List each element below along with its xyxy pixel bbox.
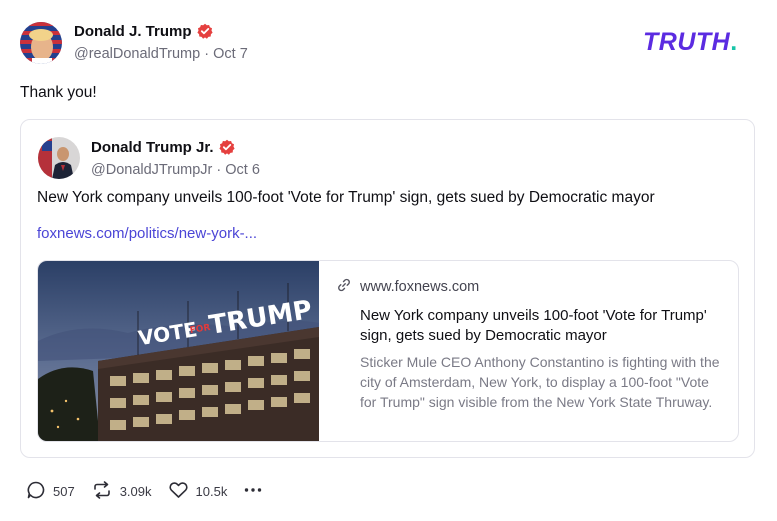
link-preview-title[interactable]: New York company unveils 100-foot 'Vote … bbox=[360, 306, 724, 346]
quoted-post-card[interactable]: Donald Trump Jr. @DonaldJTrumpJr · Oct 6… bbox=[20, 119, 755, 458]
repost-icon bbox=[91, 480, 120, 503]
quoted-post-text: New York company unveils 100-foot 'Vote … bbox=[37, 189, 655, 206]
reply-button[interactable]: 507 bbox=[26, 480, 75, 503]
post-action-bar: 507 3.09k 10.5k bbox=[26, 480, 286, 503]
link-preview-image[interactable]: VOTE FOR TRUMP bbox=[38, 261, 319, 441]
link-preview-body[interactable]: www.foxnews.com New York company unveils… bbox=[336, 277, 724, 412]
verified-badge-icon bbox=[218, 139, 235, 159]
author-name[interactable]: Donald J. Trump bbox=[74, 23, 213, 43]
author-avatar[interactable] bbox=[20, 22, 62, 64]
author-handle-row: @realDonaldTrump · Oct 7 bbox=[74, 46, 248, 62]
author-handle[interactable]: @realDonaldTrump bbox=[74, 46, 200, 62]
reply-count: 507 bbox=[53, 484, 75, 499]
separator-dot: · bbox=[216, 162, 222, 178]
author-name-text[interactable]: Donald J. Trump bbox=[74, 23, 192, 40]
more-options-button[interactable] bbox=[243, 480, 270, 503]
like-button[interactable]: 10.5k bbox=[168, 480, 228, 503]
link-preview-description: Sticker Mule CEO Anthony Constantino is … bbox=[360, 354, 720, 410]
quoted-post-date[interactable]: Oct 6 bbox=[225, 162, 260, 178]
quoted-author-name-text[interactable]: Donald Trump Jr. bbox=[91, 139, 214, 156]
quoted-author-name[interactable]: Donald Trump Jr. bbox=[91, 139, 235, 159]
verified-badge-icon bbox=[196, 23, 213, 43]
quoted-handle-row: @DonaldJTrumpJr · Oct 6 bbox=[91, 162, 260, 178]
link-preview-domain: www.foxnews.com bbox=[360, 279, 480, 295]
logo-dot: . bbox=[730, 28, 738, 56]
link-preview-card[interactable]: VOTE FOR TRUMP www.foxnews.com New York … bbox=[37, 260, 739, 442]
link-preview-domain-row: www.foxnews.com bbox=[336, 277, 724, 297]
separator-dot: · bbox=[204, 46, 210, 62]
like-count: 10.5k bbox=[195, 484, 228, 499]
quoted-post-link[interactable]: foxnews.com/politics/new-york-... bbox=[37, 225, 257, 242]
quoted-author-avatar[interactable] bbox=[38, 137, 80, 179]
post-text: Thank you! bbox=[20, 84, 97, 101]
truth-logo[interactable]: TRUTH. bbox=[643, 28, 738, 57]
post-date[interactable]: Oct 7 bbox=[213, 46, 248, 62]
repost-count: 3.09k bbox=[119, 484, 152, 499]
quoted-author-handle[interactable]: @DonaldJTrumpJr bbox=[91, 162, 212, 178]
repost-button[interactable]: 3.09k bbox=[91, 480, 152, 503]
logo-text: TRUTH bbox=[643, 28, 731, 56]
heart-icon bbox=[168, 480, 196, 503]
more-icon bbox=[243, 480, 270, 503]
link-icon bbox=[336, 277, 360, 297]
reply-icon bbox=[26, 480, 53, 503]
